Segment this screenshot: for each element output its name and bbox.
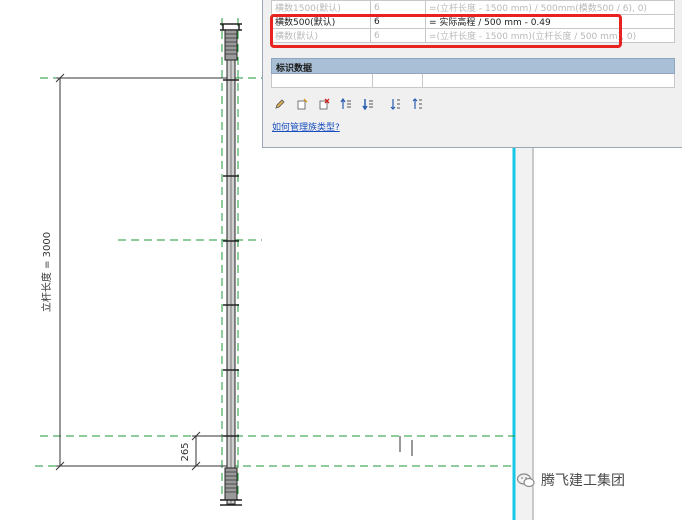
delete-param-icon[interactable] [317, 97, 331, 111]
pencil-icon[interactable] [273, 97, 287, 111]
move-up-icon[interactable] [339, 97, 353, 111]
column-divider [372, 74, 373, 87]
param-value[interactable]: 6 [370, 0, 426, 15]
new-param-icon[interactable] [295, 97, 309, 111]
param-name: 横数1500(默认) [271, 0, 371, 15]
small-dimension [191, 431, 226, 471]
length-dimension [55, 73, 230, 471]
table-row[interactable]: 横数1500(默认) 6 =(立杆长度 - 1500 mm) / 500mm(模… [271, 0, 675, 15]
wechat-icon [517, 472, 535, 487]
pole-top-screw [224, 29, 238, 61]
highlight-frame [270, 14, 622, 48]
level-markers [399, 436, 413, 456]
watermark-text: 腾飞建工集团 [541, 473, 625, 489]
column-divider [422, 74, 423, 87]
sort-descending-icon[interactable] [411, 97, 425, 111]
family-types-toolbar [273, 96, 425, 112]
small-dimension-label: 265 [180, 442, 191, 461]
manage-family-types-help-link[interactable]: 如何管理族类型? [272, 120, 340, 133]
length-dimension-label: 立杆长度 = 3000 [40, 232, 53, 312]
scaffold-pole[interactable] [220, 23, 242, 506]
watermark: 腾飞建工集团 [517, 470, 625, 490]
section-empty-row [271, 74, 675, 88]
pole-top-cap [220, 23, 242, 31]
right-column-fill [515, 140, 533, 520]
sort-ascending-icon[interactable] [389, 97, 403, 111]
param-formula[interactable]: =(立杆长度 - 1500 mm) / 500mm(模数500 / 6), 0) [425, 0, 675, 15]
move-down-icon[interactable] [361, 97, 375, 111]
section-header-identity-data[interactable]: 标识数据 [271, 58, 675, 74]
